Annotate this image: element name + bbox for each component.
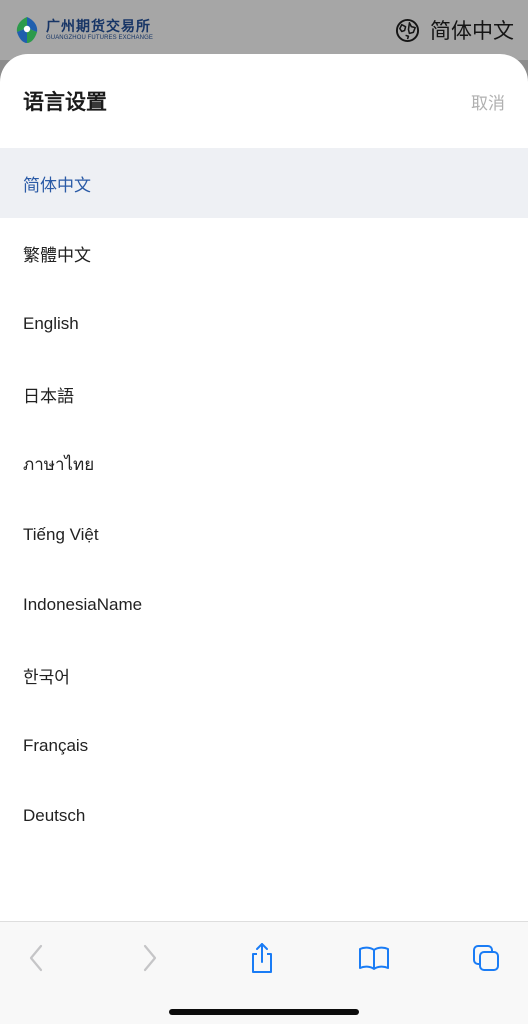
- forward-button[interactable]: [128, 936, 172, 980]
- tabs-icon: [473, 945, 499, 971]
- page-header: 广州期货交易所 GUANGZHOU FUTURES EXCHANGE 简体中文: [0, 0, 528, 60]
- language-option[interactable]: 日本語: [0, 359, 528, 429]
- tabs-button[interactable]: [464, 936, 508, 980]
- language-option-selected[interactable]: 简体中文: [0, 148, 528, 219]
- language-option[interactable]: Tiếng Việt: [0, 499, 528, 569]
- globe-icon: [395, 18, 420, 42]
- back-icon: [29, 944, 43, 972]
- brand-subtitle: GUANGZHOU FUTURES EXCHANGE: [46, 35, 153, 41]
- bookmarks-icon: [359, 946, 389, 970]
- language-settings-sheet: 语言设置 取消 简体中文 繁體中文 English 日本語 ภาษาไทย Tiếng V…: [0, 54, 528, 1024]
- language-option[interactable]: IndonesiaName: [0, 570, 528, 640]
- language-switcher[interactable]: 简体中文: [395, 15, 514, 45]
- current-language-label: 简体中文: [430, 20, 514, 43]
- browser-toolbar: [0, 921, 528, 1024]
- language-option[interactable]: Deutsch: [0, 781, 528, 851]
- bookmarks-button[interactable]: [352, 936, 396, 980]
- forward-icon: [143, 944, 157, 972]
- home-indicator: [169, 1009, 359, 1015]
- language-option[interactable]: English: [0, 289, 528, 359]
- language-option[interactable]: Français: [0, 710, 528, 780]
- language-option[interactable]: 한국어: [0, 640, 528, 710]
- language-option[interactable]: ภาษาไทย: [0, 429, 528, 499]
- language-option[interactable]: 繁體中文: [0, 218, 528, 288]
- brand-logo[interactable]: 广州期货交易所 GUANGZHOU FUTURES EXCHANGE: [12, 15, 153, 45]
- share-icon: [252, 943, 272, 973]
- exchange-logo-icon: [16, 17, 38, 43]
- back-button[interactable]: [14, 936, 58, 980]
- cancel-button[interactable]: 取消: [471, 89, 505, 114]
- sheet-title: 语言设置: [23, 91, 107, 114]
- share-button[interactable]: [240, 936, 284, 980]
- language-list: 简体中文 繁體中文 English 日本語 ภาษาไทย Tiếng Việt Indon…: [0, 148, 528, 851]
- sheet-header: 语言设置 取消: [0, 54, 528, 148]
- brand-name: 广州期货交易所: [46, 18, 151, 34]
